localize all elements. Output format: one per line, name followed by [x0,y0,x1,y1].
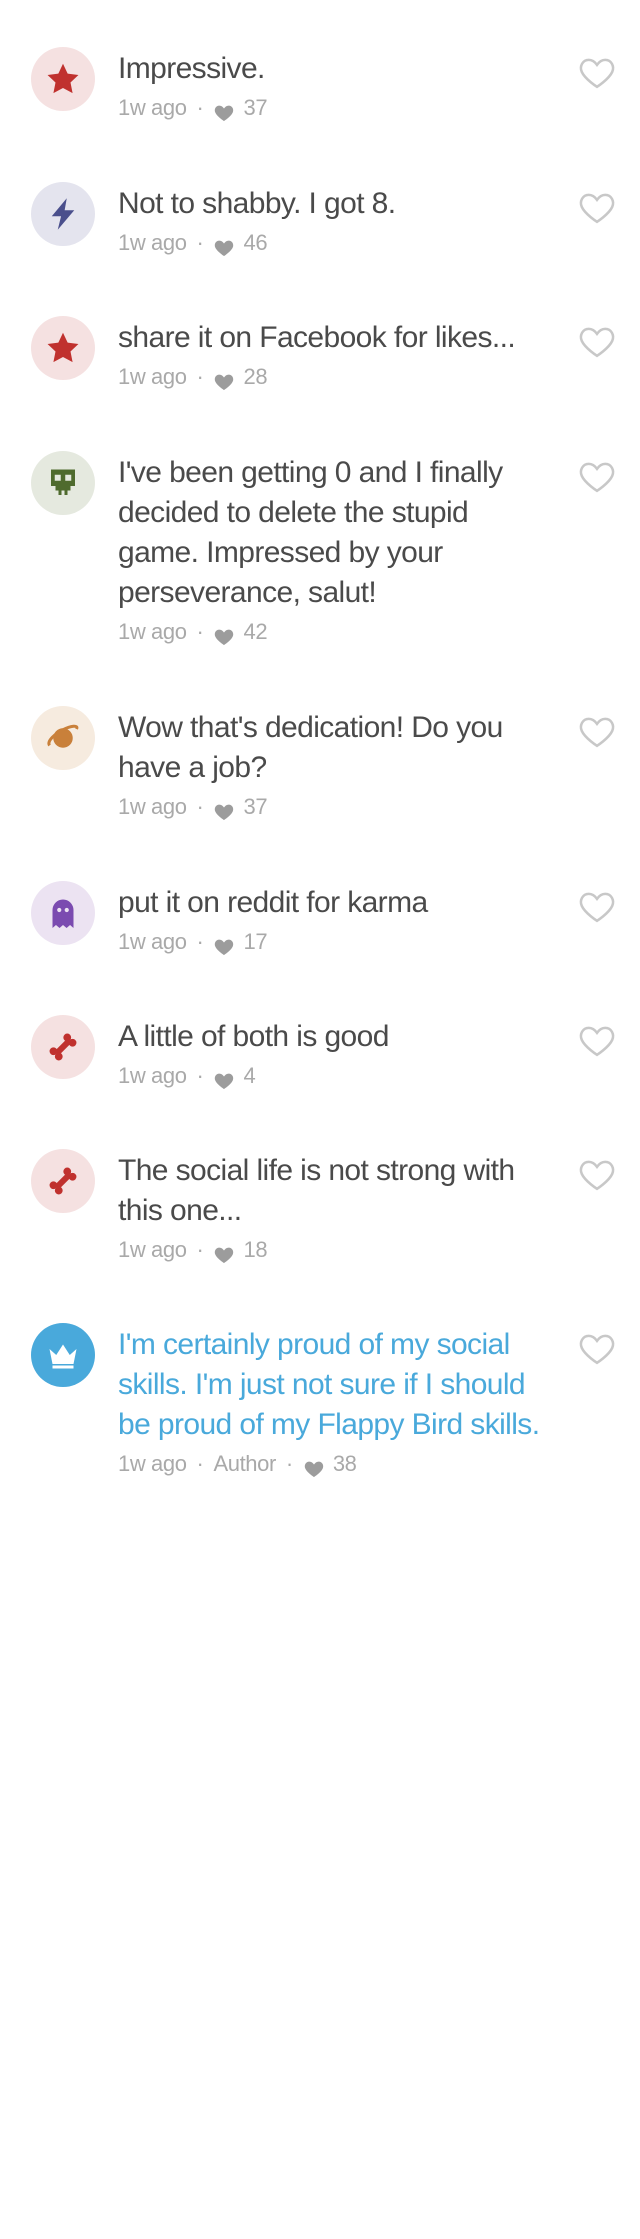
bone-icon [45,1163,81,1199]
comment-text: put it on reddit for karma [118,886,428,919]
heart-icon [213,797,235,821]
like-count: 42 [243,619,268,644]
timestamp: 1w ago [118,929,187,954]
heart-outline-icon [578,322,616,358]
heart-icon [213,233,235,257]
like-button[interactable] [578,457,616,493]
timestamp: 1w ago [118,1063,187,1088]
timestamp: 1w ago [118,364,187,389]
timestamp: 1w ago [118,1451,187,1476]
avatar[interactable] [31,706,95,770]
heart-icon [213,98,235,122]
like-count: 37 [243,794,268,819]
avatar[interactable] [31,451,95,515]
comment-text: I'm certainly proud of my social skills.… [118,1328,540,1441]
comment-text: Impressive. [118,52,265,85]
separator-dot: · [196,929,204,954]
comment-meta: 1w ago · 4 [118,1059,550,1093]
like-count: 46 [243,230,268,255]
bone-icon [45,1029,81,1065]
avatar[interactable] [31,881,95,945]
planet-icon [45,720,81,756]
heart-icon [213,367,235,391]
comment-meta: 1w ago · 17 [118,925,550,959]
separator-dot: · [196,1063,204,1088]
like-button[interactable] [578,1329,616,1365]
like-button[interactable] [578,322,616,358]
comment-text: Not to shabby. I got 8. [118,187,396,220]
timestamp: 1w ago [118,230,187,255]
like-count: 28 [243,364,268,389]
avatar[interactable] [31,1323,95,1387]
star-icon [45,61,81,97]
comment-meta: 1w ago · 42 [118,615,550,649]
like-button[interactable] [578,53,616,89]
star-icon [45,330,81,366]
heart-icon [213,622,235,646]
heart-outline-icon [578,887,616,923]
like-button[interactable] [578,712,616,748]
heart-outline-icon [578,457,616,493]
avatar[interactable] [31,1015,95,1079]
crown-icon [45,1337,81,1373]
like-button[interactable] [578,188,616,224]
separator-dot: · [196,1451,204,1476]
timestamp: 1w ago [118,1237,187,1262]
heart-outline-icon [578,1329,616,1365]
like-button[interactable] [578,887,616,923]
comment-meta: 1w ago · 18 [118,1233,550,1267]
separator-dot: · [196,95,204,120]
like-count: 37 [243,95,268,120]
comment-text: share it on Facebook for likes... [118,321,516,354]
heart-outline-icon [578,188,616,224]
separator-dot: · [196,794,204,819]
avatar[interactable] [31,1149,95,1213]
lightning-icon [45,196,81,232]
comment-meta: 1w ago · 28 [118,360,550,394]
heart-outline-icon [578,53,616,89]
avatar[interactable] [31,316,95,380]
comment-meta: 1w ago · 37 [118,790,550,824]
heart-outline-icon [578,712,616,748]
separator-dot: · [196,364,204,389]
heart-icon [213,1066,235,1090]
skull-icon [45,465,81,501]
comment-text: The social life is not strong with this … [118,1154,515,1227]
avatar[interactable] [31,47,95,111]
heart-icon [213,932,235,956]
timestamp: 1w ago [118,794,187,819]
heart-icon [303,1454,325,1478]
like-count: 17 [243,929,268,954]
avatar[interactable] [31,182,95,246]
comment-text: A little of both is good [118,1020,389,1053]
separator-dot: · [196,1237,204,1262]
author-badge: Author [213,1451,276,1476]
like-count: 18 [243,1237,268,1262]
like-count: 38 [332,1451,357,1476]
comment-meta: 1w ago · Author · 38 [118,1447,550,1481]
like-count: 4 [243,1063,256,1088]
ghost-icon [45,895,81,931]
heart-outline-icon [578,1155,616,1191]
comment-text: I've been getting 0 and I finally decide… [118,456,503,609]
heart-outline-icon [578,1021,616,1057]
like-button[interactable] [578,1155,616,1191]
separator-dot: · [196,619,204,644]
timestamp: 1w ago [118,95,187,120]
comment-meta: 1w ago · 46 [118,226,550,260]
heart-icon [213,1240,235,1264]
separator-dot: · [196,230,204,255]
comment-text: Wow that's dedication! Do you have a job… [118,711,503,784]
timestamp: 1w ago [118,619,187,644]
comment-meta: 1w ago · 37 [118,91,550,125]
separator-dot: · [285,1451,293,1476]
like-button[interactable] [578,1021,616,1057]
